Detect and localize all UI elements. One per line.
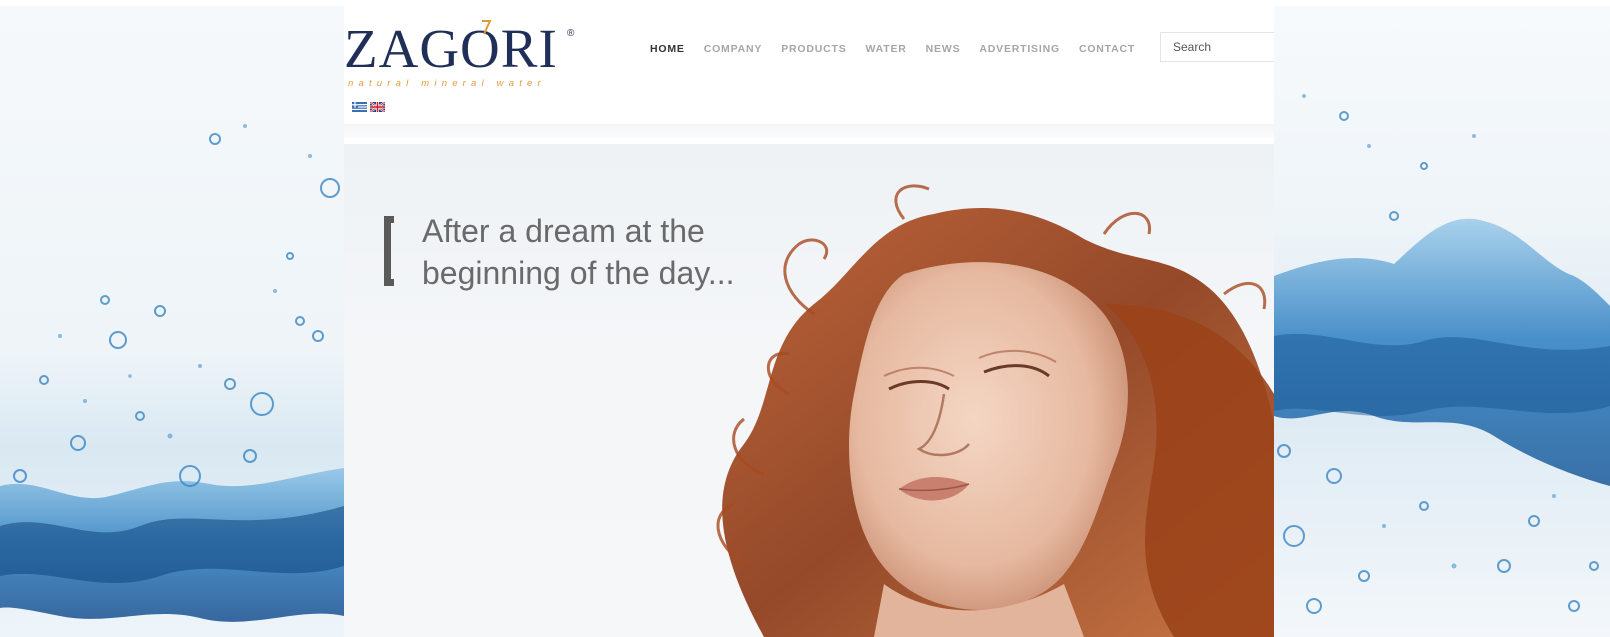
hero-headline-line-1: After a dream at the: [422, 213, 705, 249]
language-switcher: [352, 102, 385, 112]
header-divider: [344, 124, 1274, 138]
hero-headline-line-2: beginning of the day...: [422, 255, 735, 291]
registered-mark: ®: [567, 28, 575, 39]
site-header: ZAGORI ® natural mineral water HOME COMP…: [344, 6, 1274, 124]
search-input[interactable]: [1160, 32, 1274, 62]
hero-banner: After a dream at the beginning of the da…: [344, 144, 1274, 637]
hero-headline: After a dream at the beginning of the da…: [422, 210, 842, 294]
nav-advertising[interactable]: ADVERTISING: [979, 43, 1060, 55]
right-water-background: [1274, 6, 1610, 637]
logo-wordmark: ZAGORI: [344, 18, 558, 79]
nav-news[interactable]: NEWS: [926, 43, 961, 55]
zagori-logo[interactable]: ZAGORI ® natural mineral water: [344, 18, 575, 89]
main-navigation: HOME COMPANY PRODUCTS WATER NEWS ADVERTI…: [650, 43, 1154, 55]
logo-accent-icon: [482, 20, 492, 35]
nav-company[interactable]: COMPANY: [704, 43, 763, 55]
nav-water[interactable]: WATER: [866, 43, 907, 55]
nav-contact[interactable]: CONTACT: [1079, 43, 1135, 55]
logo-tagline: natural mineral water: [348, 78, 546, 89]
greek-flag-icon[interactable]: [352, 102, 367, 112]
main-page: ZAGORI ® natural mineral water HOME COMP…: [344, 6, 1274, 637]
left-water-background: [0, 6, 344, 637]
uk-flag-icon[interactable]: [370, 102, 385, 112]
nav-products[interactable]: PRODUCTS: [781, 43, 846, 55]
nav-home[interactable]: HOME: [650, 43, 685, 55]
quote-bracket: [384, 216, 394, 286]
